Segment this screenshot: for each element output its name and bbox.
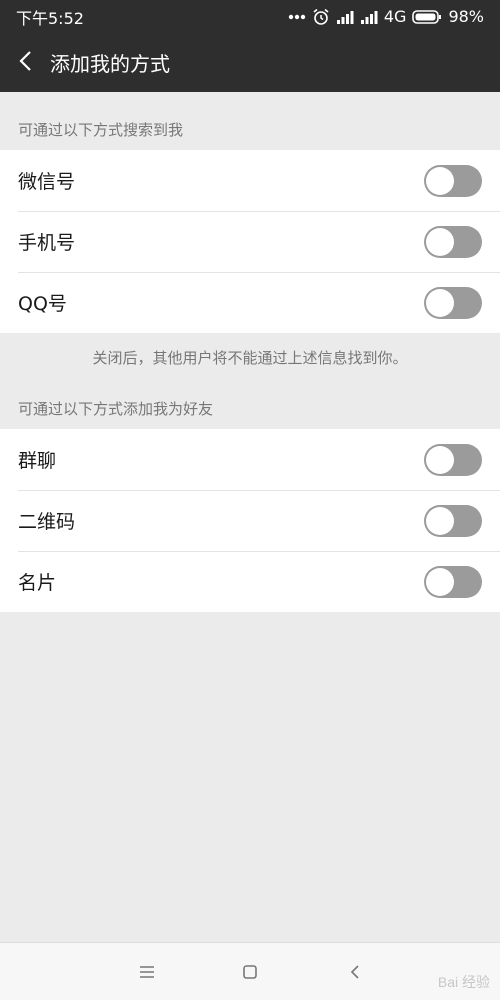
status-bar: 下午5:52 4G 98%	[0, 0, 500, 33]
toggle-knob	[426, 166, 454, 195]
home-square-icon[interactable]	[235, 957, 265, 987]
setting-label: 微信号	[18, 171, 76, 193]
search-note: 关闭后，其他用户将不能通过上述信息找到你。	[92, 348, 408, 367]
setting-row-group-chat: 群聊	[0, 429, 500, 490]
toggle-knob	[426, 506, 454, 535]
battery-icon	[412, 9, 442, 25]
nav-bar: 添加我的方式	[0, 33, 500, 92]
setting-label: 手机号	[18, 232, 76, 254]
business-card-toggle[interactable]	[424, 565, 482, 598]
setting-row-qr-code: 二维码	[0, 490, 500, 551]
toggle-knob	[426, 567, 454, 596]
settings-content: 可通过以下方式搜索到我 微信号 手机号 QQ号 关闭后，其他用户将不能通过上述信…	[0, 92, 500, 612]
page-title: 添加我的方式	[50, 52, 170, 76]
more-dots-icon	[288, 14, 306, 20]
setting-row-phone: 手机号	[0, 211, 500, 272]
qq-toggle[interactable]	[424, 286, 482, 319]
chevron-left-icon	[18, 50, 32, 76]
setting-row-business-card: 名片	[0, 551, 500, 612]
status-icons: 4G 98%	[288, 7, 484, 26]
alarm-icon	[312, 8, 330, 26]
setting-label: 群聊	[18, 450, 57, 472]
setting-label: 名片	[18, 572, 57, 594]
status-time: 下午5:52	[16, 8, 84, 28]
watermark: Bai 经验	[437, 974, 490, 990]
setting-row-wechat-id: 微信号	[0, 150, 500, 211]
setting-row-qq: QQ号	[0, 272, 500, 333]
back-chevron-icon[interactable]	[340, 957, 370, 987]
menu-icon[interactable]	[132, 957, 162, 987]
signal-icon	[360, 10, 378, 24]
setting-label: QQ号	[18, 293, 67, 315]
section-header-search: 可通过以下方式搜索到我	[18, 121, 184, 139]
phone-toggle[interactable]	[424, 225, 482, 258]
wechat-id-toggle[interactable]	[424, 164, 482, 197]
toggle-knob	[426, 227, 454, 256]
signal-icon	[336, 10, 354, 24]
search-options-group: 微信号 手机号 QQ号	[0, 150, 500, 333]
section-header-add: 可通过以下方式添加我为好友	[18, 400, 214, 418]
setting-label: 二维码	[18, 511, 76, 533]
toggle-knob	[426, 288, 454, 317]
qr-code-toggle[interactable]	[424, 504, 482, 537]
toggle-knob	[426, 445, 454, 474]
battery-level: 98%	[448, 7, 484, 26]
network-type: 4G	[383, 7, 407, 26]
system-nav-bar: Bai 经验	[0, 942, 500, 1000]
add-options-group: 群聊 二维码 名片	[0, 429, 500, 612]
back-button[interactable]	[0, 33, 50, 92]
group-chat-toggle[interactable]	[424, 443, 482, 476]
